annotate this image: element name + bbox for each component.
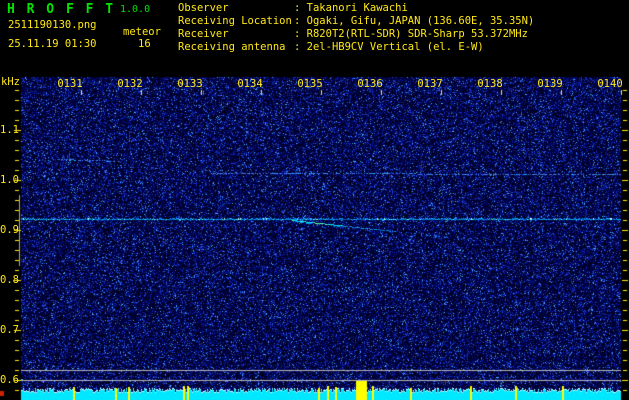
info-label: Receiving antenna xyxy=(178,41,286,53)
obs-datetime: 25.11.19 01:30 xyxy=(8,38,97,50)
freq-tick-label: 0.9 xyxy=(0,224,19,236)
info-label: Observer xyxy=(178,2,229,14)
freq-tick-label: 0.8 xyxy=(0,274,19,286)
time-tick-label: 0140 xyxy=(597,78,623,90)
time-tick-label: 0131 xyxy=(57,78,83,90)
time-tick-label: 0132 xyxy=(117,78,143,90)
info-label: Receiving Location xyxy=(178,15,292,27)
info-colon: : xyxy=(294,28,307,40)
info-colon: : xyxy=(294,41,307,53)
info-colon: : xyxy=(294,15,307,27)
time-tick-label: 0138 xyxy=(477,78,503,90)
station-info: Observer: Takanori Kawachi Receiving Loca… xyxy=(178,2,534,54)
event-count: 16 xyxy=(138,38,151,50)
freq-tick-label: 1.1 xyxy=(0,124,19,136)
spectrogram-canvas xyxy=(0,0,629,400)
info-row: Receiving antenna: 2el-HB9CV Vertical (e… xyxy=(178,41,534,54)
freq-tick-label: 0.7 xyxy=(0,324,19,336)
output-filename: 2511190130.png xyxy=(8,19,97,31)
freq-tick-label: 1.0 xyxy=(0,174,19,186)
time-tick-label: 0133 xyxy=(177,78,203,90)
info-value: 2el-HB9CV Vertical (el. E-W) xyxy=(306,41,484,53)
info-row: Receiving Location: Ogaki, Gifu, JAPAN (… xyxy=(178,15,534,28)
time-tick-label: 0139 xyxy=(537,78,563,90)
app-version: 1.0.0 xyxy=(120,4,151,15)
info-row: Observer: Takanori Kawachi xyxy=(178,2,534,15)
hrofft-screen: H R O F F T 1.0.0 2511190130.png meteor … xyxy=(0,0,629,400)
mode-label: meteor xyxy=(123,26,161,38)
info-value: R820T2(RTL-SDR) SDR-Sharp 53.372MHz xyxy=(306,28,528,40)
info-colon: : xyxy=(294,2,307,14)
time-tick-label: 0135 xyxy=(297,78,323,90)
time-tick-label: 0134 xyxy=(237,78,263,90)
info-value: Ogaki, Gifu, JAPAN (136.60E, 35.35N) xyxy=(306,15,535,27)
freq-unit-label: kHz xyxy=(1,76,20,88)
info-value: Takanori Kawachi xyxy=(306,2,408,14)
info-label: Receiver xyxy=(178,28,229,40)
info-row: Receiver: R820T2(RTL-SDR) SDR-Sharp 53.3… xyxy=(178,28,534,41)
app-title: H R O F F T xyxy=(7,2,116,17)
time-tick-label: 0137 xyxy=(417,78,443,90)
freq-tick-label: 0.6 xyxy=(0,374,19,386)
time-tick-label: 0136 xyxy=(357,78,383,90)
